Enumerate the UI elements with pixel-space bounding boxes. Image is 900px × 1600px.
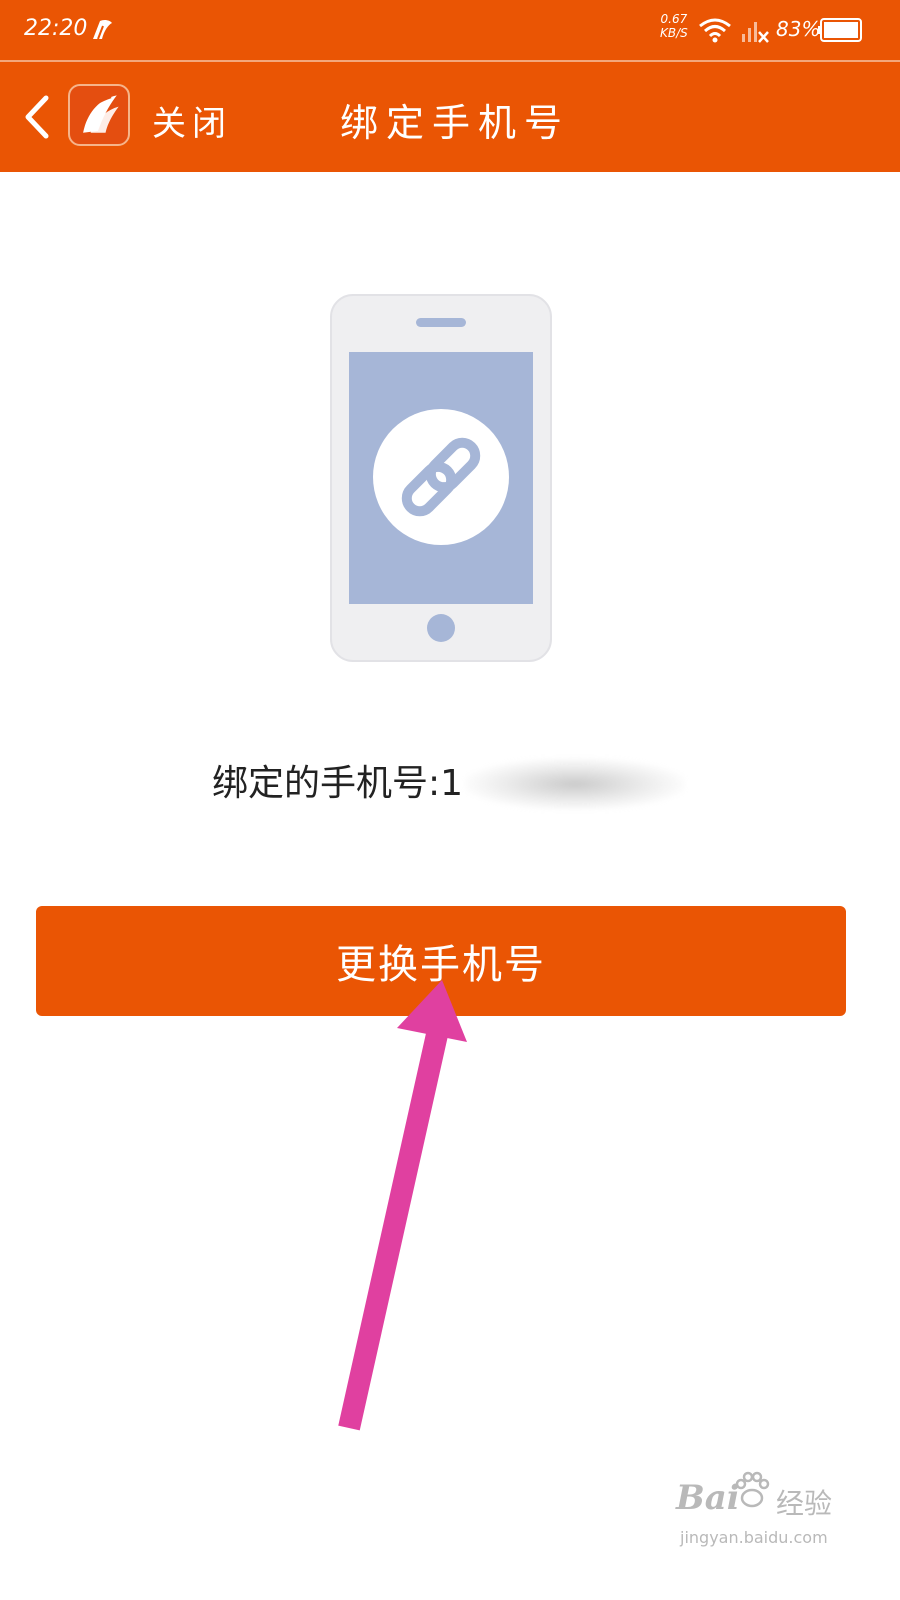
watermark-brand: Bai (676, 1478, 740, 1518)
baidu-watermark: Bai 经验 jingyan.baidu.com (672, 1470, 852, 1560)
wifi-icon (699, 18, 731, 43)
bound-phone-label: 绑定的手机号: (212, 763, 441, 804)
bound-phone-number-prefix: 1 (440, 763, 464, 804)
status-time: 22:20 (24, 16, 88, 41)
net-speed: 0.67 KB/S (660, 12, 688, 40)
close-button[interactable]: 关闭 (152, 96, 232, 145)
chevron-left-icon[interactable] (18, 92, 54, 142)
watermark-url: jingyan.baidu.com (680, 1528, 828, 1547)
app-notification-icon (93, 19, 112, 40)
net-speed-value: 0.67 (660, 12, 688, 26)
signal-icon (742, 22, 769, 43)
app-logo-mark (82, 95, 119, 133)
bound-phone-row: 绑定的手机号:1 (212, 758, 686, 818)
paw-icon (735, 1471, 770, 1508)
nav-bar: 关闭 绑定手机号 (0, 62, 900, 172)
status-bar: 22:20 0.67 KB/S 83% (0, 0, 900, 60)
net-speed-unit: KB/S (660, 26, 688, 40)
app-logo (68, 84, 130, 146)
battery-icon (818, 18, 862, 42)
change-phone-button[interactable]: 更换手机号 (36, 906, 846, 1016)
watermark-suffix: 经验 (776, 1487, 833, 1520)
page-title: 绑定手机号 (340, 101, 571, 145)
battery-percent: 83% (776, 17, 821, 41)
bound-phone-number-blurred (465, 758, 686, 810)
annotation-arrow (338, 980, 467, 1431)
phone-link-icon (330, 294, 552, 662)
